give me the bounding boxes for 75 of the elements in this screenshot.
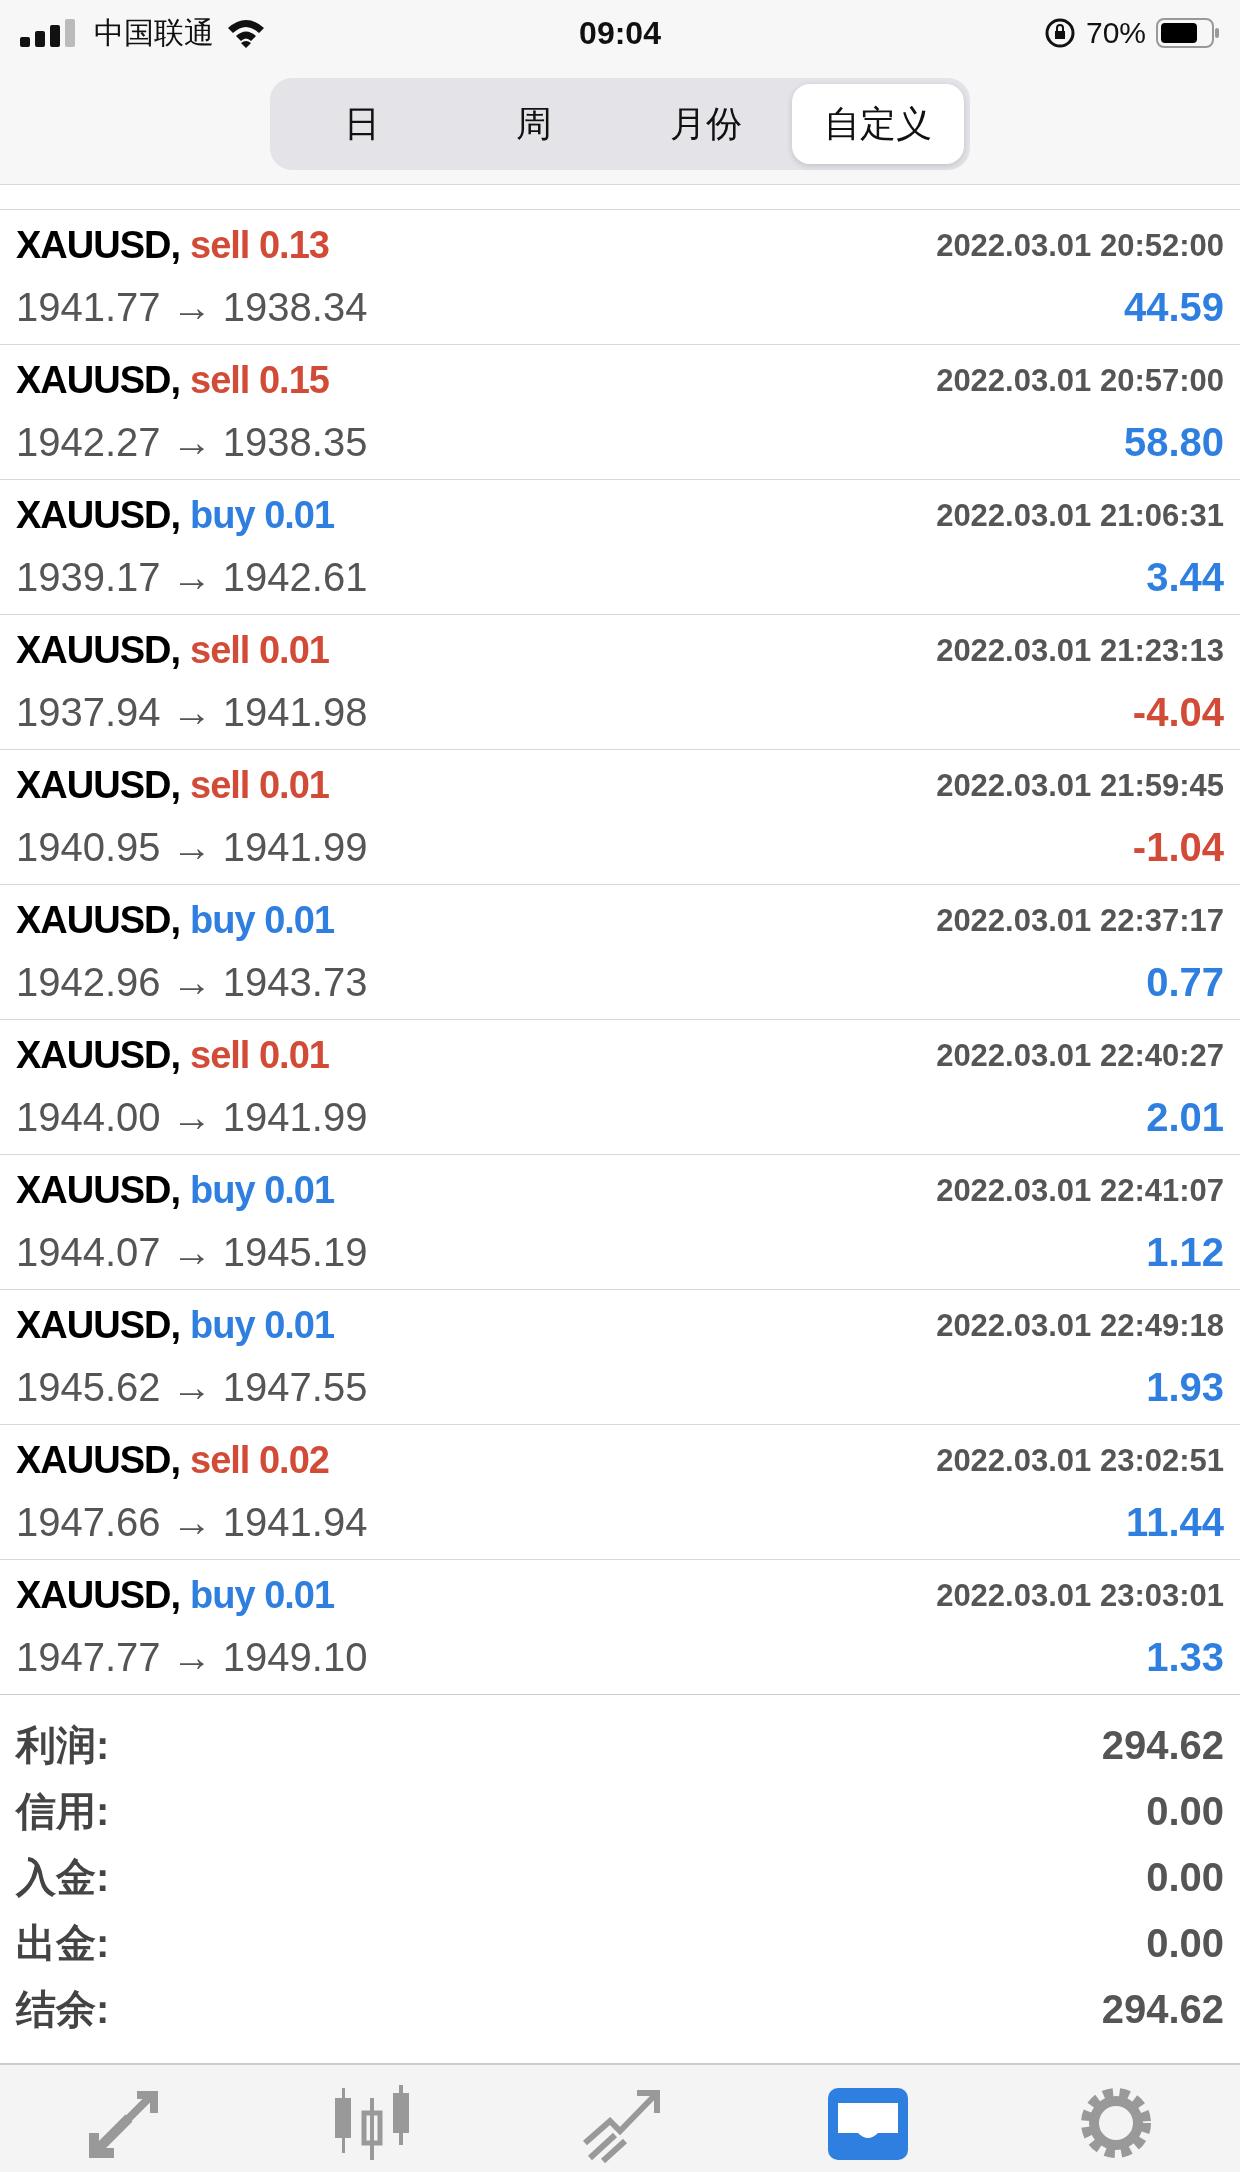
price-range: 1945.62 → 1947.55	[16, 1365, 368, 1411]
rotation-lock-icon	[1043, 17, 1076, 49]
wifi-icon	[226, 18, 266, 48]
symbol-label: XAUUSD,	[16, 224, 181, 267]
symbol-label: XAUUSD,	[16, 494, 181, 537]
order-label: sell 0.01	[190, 1034, 329, 1077]
summary-value: 294.62	[1101, 1723, 1224, 1769]
profit-value: -4.04	[1132, 690, 1224, 736]
order-label: sell 0.13	[190, 224, 329, 267]
deal-time: 2022.03.01 21:06:31	[936, 497, 1224, 534]
summary-label: 结余:	[16, 1986, 110, 2034]
profit-value: 1.93	[1146, 1365, 1224, 1411]
price-range: 1944.00 → 1941.99	[16, 1095, 368, 1141]
profit-value: 11.44	[1126, 1500, 1224, 1546]
order-label: sell 0.02	[190, 1439, 329, 1482]
summary-value: 294.62	[1101, 1987, 1224, 2033]
profit-value: 44.59	[1123, 285, 1224, 331]
order-label: buy 0.01	[190, 1574, 335, 1617]
summary-label: 入金:	[16, 1854, 110, 1902]
profit-value: 2.01	[1146, 1095, 1224, 1141]
symbol-label: XAUUSD,	[16, 1574, 181, 1617]
period-tab[interactable]: 日	[276, 84, 448, 164]
price-range: 1940.95 → 1941.99	[16, 825, 368, 871]
symbol-label: XAUUSD,	[16, 359, 181, 402]
period-tab[interactable]: 月份	[620, 84, 792, 164]
clock-time: 09:04	[579, 14, 661, 52]
deal-time: 2022.03.01 20:52:00	[936, 227, 1224, 264]
summary-value: 0.00	[1146, 1789, 1224, 1835]
deal-time: 2022.03.01 23:02:51	[936, 1442, 1224, 1479]
deal-time: 2022.03.01 22:41:07	[936, 1172, 1224, 1209]
price-range: 1947.77 → 1949.10	[16, 1635, 368, 1681]
period-tab[interactable]: 周	[448, 84, 620, 164]
symbol-label: XAUUSD,	[16, 1169, 181, 1212]
price-range: 1941.77 → 1938.34	[16, 285, 368, 331]
profit-value: 1.12	[1146, 1230, 1224, 1276]
symbol-label: XAUUSD,	[16, 899, 181, 942]
symbol-label: XAUUSD,	[16, 1439, 181, 1482]
order-label: sell 0.15	[190, 359, 329, 402]
order-label: buy 0.01	[190, 1169, 335, 1212]
summary-label: 利润:	[16, 1722, 110, 1770]
profit-value: 0.77	[1146, 960, 1224, 1006]
profit-value: 58.80	[1123, 420, 1224, 466]
symbol-label: XAUUSD,	[16, 764, 181, 807]
profit-value: 3.44	[1146, 555, 1224, 601]
symbol-label: XAUUSD,	[16, 629, 181, 672]
deal-time: 2022.03.01 23:03:01	[936, 1577, 1224, 1614]
symbol-label: XAUUSD,	[16, 1304, 181, 1347]
price-range: 1947.66 → 1941.94	[16, 1500, 368, 1546]
summary-value: 0.00	[1146, 1921, 1224, 1967]
summary-value: 0.00	[1146, 1855, 1224, 1901]
price-range: 1937.94 → 1941.98	[16, 690, 368, 736]
deal-time: 2022.03.01 21:59:45	[936, 767, 1224, 804]
profit-value: 1.33	[1146, 1635, 1224, 1681]
period-tab[interactable]: 自定义	[792, 84, 964, 164]
battery-percent: 70%	[1085, 16, 1146, 50]
profit-value: -1.04	[1132, 825, 1224, 871]
order-label: buy 0.01	[190, 1304, 335, 1347]
summary-label: 出金:	[16, 1920, 110, 1968]
deal-time: 2022.03.01 22:37:17	[936, 902, 1224, 939]
order-label: buy 0.01	[190, 494, 335, 537]
deal-time: 2022.03.01 21:23:13	[936, 632, 1224, 669]
deal-time: 2022.03.01 22:40:27	[936, 1037, 1224, 1074]
order-label: sell 0.01	[190, 764, 329, 807]
price-range: 1944.07 → 1945.19	[16, 1230, 368, 1276]
order-label: buy 0.01	[190, 899, 335, 942]
symbol-label: XAUUSD,	[16, 1034, 181, 1077]
price-range: 1939.17 → 1942.61	[16, 555, 368, 601]
price-range: 1942.27 → 1938.35	[16, 420, 368, 466]
price-range: 1942.96 → 1943.73	[16, 960, 368, 1006]
summary-label: 信用:	[16, 1788, 110, 1836]
deal-time: 2022.03.01 20:57:00	[936, 362, 1224, 399]
deal-time: 2022.03.01 22:49:18	[936, 1307, 1224, 1344]
battery-icon	[1156, 18, 1220, 48]
carrier-name: 中国联通	[94, 14, 214, 51]
order-label: sell 0.01	[190, 629, 329, 672]
